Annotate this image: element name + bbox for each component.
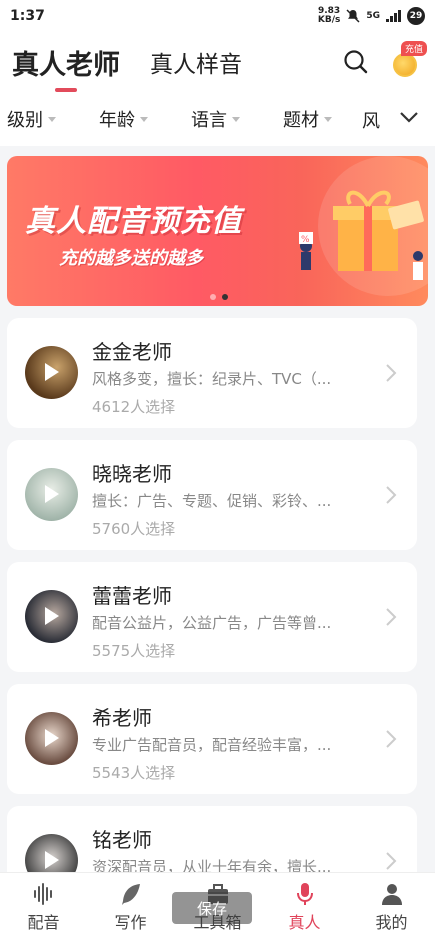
teacher-name: 金金老师 bbox=[92, 340, 172, 364]
caret-down-icon bbox=[232, 116, 240, 122]
recharge-badge: 充值 bbox=[401, 41, 428, 56]
play-icon bbox=[45, 363, 59, 381]
play-icon bbox=[45, 729, 59, 747]
teacher-count: 5575人选择 bbox=[92, 642, 176, 660]
teacher-name: 蕾蕾老师 bbox=[92, 584, 172, 608]
teacher-count: 5760人选择 bbox=[92, 520, 176, 538]
avatar[interactable] bbox=[25, 590, 78, 643]
recharge-button[interactable]: 充值 bbox=[393, 41, 428, 77]
filter-topic[interactable]: 题材 bbox=[283, 106, 332, 132]
banner-subtitle: 充的越多送的越多 bbox=[59, 248, 203, 269]
caret-down-icon bbox=[140, 116, 148, 122]
soundwave-icon bbox=[33, 882, 52, 905]
chevron-right-icon bbox=[386, 608, 397, 626]
filter-age[interactable]: 年龄 bbox=[99, 106, 148, 132]
status-icons: 9.83 KB/s 5G 29 bbox=[318, 7, 425, 25]
user-icon bbox=[381, 883, 402, 905]
teacher-count: 5543人选择 bbox=[92, 764, 176, 782]
teacher-count: 4612人选择 bbox=[92, 398, 176, 416]
teacher-name: 铭老师 bbox=[92, 828, 152, 852]
promo-banner[interactable]: % 真人配音预充值 充的越多送的越多 bbox=[7, 156, 428, 306]
play-icon bbox=[45, 607, 59, 625]
network-speed: 9.83 KB/s bbox=[317, 6, 341, 25]
chevron-right-icon bbox=[386, 730, 397, 748]
caret-down-icon bbox=[324, 116, 332, 122]
nav-real-person[interactable]: 真人 bbox=[261, 873, 348, 940]
signal-icon bbox=[386, 10, 401, 22]
mute-icon bbox=[346, 9, 360, 23]
teacher-desc: 专业广告配音员，配音经验丰富，... bbox=[92, 736, 332, 754]
teacher-desc: 配音公益片，公益广告，广告等曾... bbox=[92, 614, 332, 632]
teacher-list: 金金老师 风格多变，擅长：纪录片、TVC（... 4612人选择 晓晓老师 擅长… bbox=[0, 318, 435, 916]
teacher-card[interactable]: 希老师 专业广告配音员，配音经验丰富，... 5543人选择 bbox=[7, 684, 417, 794]
gift-illustration: % bbox=[299, 156, 428, 296]
teacher-name: 晓晓老师 bbox=[92, 462, 172, 486]
header-actions: 充值 bbox=[343, 41, 428, 77]
toast-message: 保存 bbox=[172, 892, 252, 924]
tab-real-teacher[interactable]: 真人老师 bbox=[12, 43, 120, 92]
filter-bar: 级别 年龄 语言 题材 风 bbox=[0, 92, 435, 146]
banner-pagination bbox=[209, 294, 228, 300]
filter-style[interactable]: 风 bbox=[362, 107, 380, 133]
nav-writing[interactable]: 写作 bbox=[87, 873, 174, 940]
pagination-dot bbox=[209, 294, 216, 300]
avatar[interactable] bbox=[25, 468, 78, 521]
network-type: 5G bbox=[366, 11, 380, 21]
avatar[interactable] bbox=[25, 346, 78, 399]
coin-icon bbox=[393, 53, 417, 77]
filter-level[interactable]: 级别 bbox=[7, 106, 56, 132]
teacher-name: 希老师 bbox=[92, 706, 152, 730]
pagination-dot-active bbox=[221, 294, 228, 300]
nav-dubbing[interactable]: 配音 bbox=[0, 873, 87, 940]
chevron-right-icon bbox=[386, 852, 397, 870]
feather-icon bbox=[121, 883, 140, 905]
teacher-desc: 擅长：广告、专题、促销、彩铃、... bbox=[92, 492, 332, 510]
avatar[interactable] bbox=[25, 712, 78, 765]
status-bar: 1:37 9.83 KB/s 5G 29 bbox=[0, 0, 435, 32]
play-icon bbox=[45, 485, 59, 503]
teacher-desc: 风格多变，擅长：纪录片、TVC（... bbox=[92, 370, 332, 388]
teacher-card[interactable]: 金金老师 风格多变，擅长：纪录片、TVC（... 4612人选择 bbox=[7, 318, 417, 428]
teacher-card[interactable]: 蕾蕾老师 配音公益片，公益广告，广告等曾... 5575人选择 bbox=[7, 562, 417, 672]
tab-real-sample[interactable]: 真人样音 bbox=[150, 45, 242, 79]
play-icon bbox=[45, 851, 59, 869]
filter-language[interactable]: 语言 bbox=[191, 106, 240, 132]
status-time: 1:37 bbox=[10, 8, 45, 24]
battery-indicator: 29 bbox=[407, 7, 425, 25]
svg-text:%: % bbox=[301, 235, 310, 245]
banner-title: 真人配音预充值 bbox=[25, 204, 242, 239]
teacher-card[interactable]: 晓晓老师 擅长：广告、专题、促销、彩铃、... 5760人选择 bbox=[7, 440, 417, 550]
caret-down-icon bbox=[48, 116, 56, 122]
nav-mine[interactable]: 我的 bbox=[348, 873, 435, 940]
microphone-icon bbox=[296, 882, 313, 905]
search-icon[interactable] bbox=[343, 49, 369, 75]
chevron-right-icon bbox=[386, 486, 397, 504]
chevron-down-icon[interactable] bbox=[399, 110, 419, 124]
top-header: 真人老师 真人样音 充值 bbox=[0, 32, 435, 92]
chevron-right-icon bbox=[386, 364, 397, 382]
